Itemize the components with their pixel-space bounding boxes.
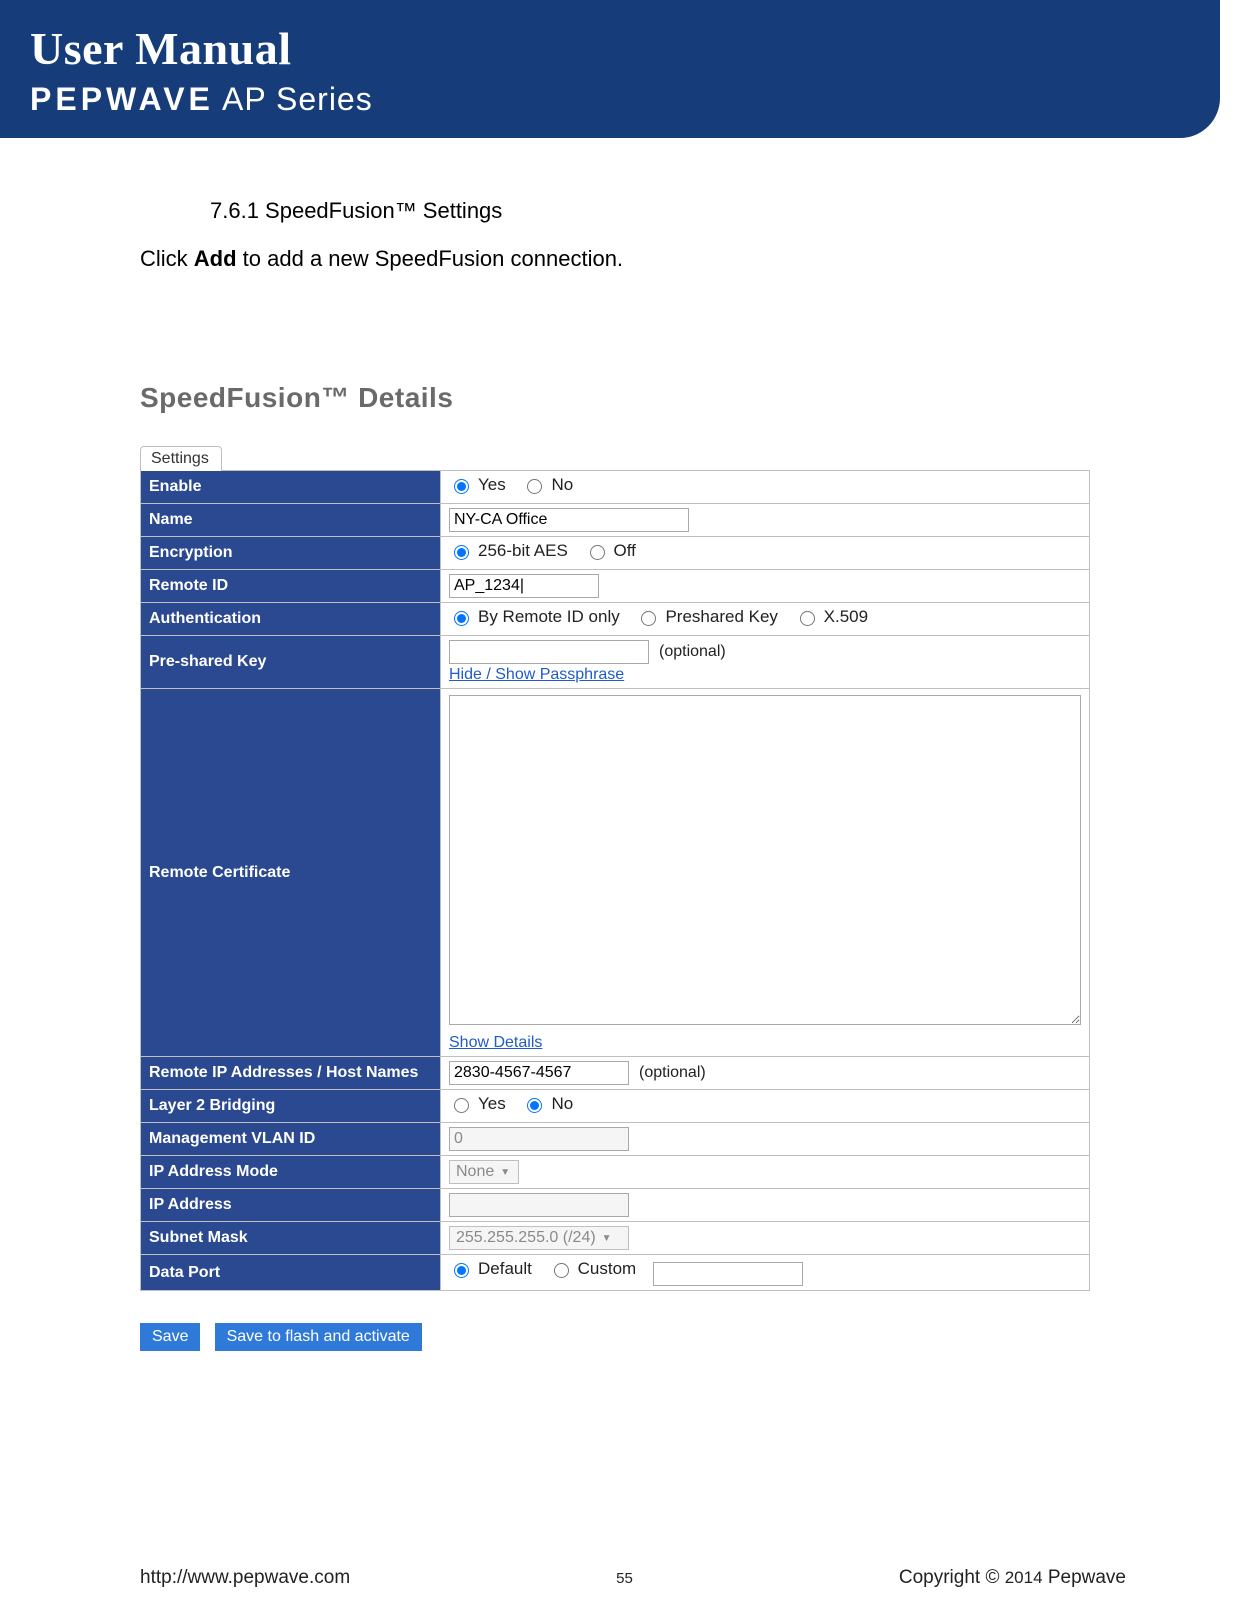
series-name: AP Series xyxy=(214,81,373,117)
instruction-text: Click Add to add a new SpeedFusion conne… xyxy=(140,246,1126,272)
encryption-off-radio[interactable] xyxy=(590,545,605,560)
label-remote-ip: Remote IP Addresses / Host Names xyxy=(141,1057,441,1090)
page-number: 55 xyxy=(616,1570,633,1587)
cell-encryption: 256-bit AES Off xyxy=(441,537,1090,570)
name-input[interactable] xyxy=(449,508,689,532)
label-subnet-mask: Subnet Mask xyxy=(141,1222,441,1255)
document-banner: User Manual PEPWAVE AP Series xyxy=(0,0,1220,138)
encryption-aes-label: 256-bit AES xyxy=(478,541,568,561)
copyright-post: Pepwave xyxy=(1043,1567,1126,1588)
label-ip-mode: IP Address Mode xyxy=(141,1156,441,1189)
label-encryption: Encryption xyxy=(141,537,441,570)
cell-ip-address xyxy=(441,1189,1090,1222)
details-title: SpeedFusion™ Details xyxy=(140,382,1126,414)
label-remote-certificate: Remote Certificate xyxy=(141,689,441,1057)
tab-settings[interactable]: Settings xyxy=(140,446,222,471)
settings-table: Enable Yes No Name Encryption 256-bit AE xyxy=(140,470,1090,1291)
encryption-off-label: Off xyxy=(614,541,636,561)
cell-layer2: Yes No xyxy=(441,1090,1090,1123)
auth-remoteid-label: By Remote ID only xyxy=(478,607,620,627)
enable-yes-label: Yes xyxy=(478,475,506,495)
section-heading: 7.6.1 SpeedFusion™ Settings xyxy=(210,198,1126,224)
certificate-show-details-link[interactable]: Show Details xyxy=(449,1034,542,1052)
cell-enable: Yes No xyxy=(441,471,1090,504)
psk-toggle-link[interactable]: Hide / Show Passphrase xyxy=(449,666,624,683)
copyright-year: 2014 xyxy=(1005,1568,1043,1587)
cell-remote-ip: (optional) xyxy=(441,1057,1090,1090)
chevron-down-icon: ▼ xyxy=(500,1167,510,1178)
ip-mode-select[interactable]: None ▼ xyxy=(449,1160,519,1184)
subnet-mask-value: 255.255.255.0 (/24) xyxy=(456,1229,596,1247)
save-button[interactable]: Save xyxy=(140,1323,200,1351)
psk-input[interactable] xyxy=(449,640,649,664)
save-flash-button[interactable]: Save to flash and activate xyxy=(215,1323,422,1351)
layer2-yes-radio[interactable] xyxy=(454,1098,469,1113)
remote-ip-optional: (optional) xyxy=(639,1064,706,1081)
enable-yes-radio[interactable] xyxy=(454,479,469,494)
brand-name: PEPWAVE xyxy=(30,81,214,117)
enable-no-label: No xyxy=(551,475,573,495)
subnet-mask-select[interactable]: 255.255.255.0 (/24) ▼ xyxy=(449,1226,629,1250)
page-footer: http://www.pepwave.com 55 Copyright © 20… xyxy=(0,1567,1256,1589)
auth-x509-radio[interactable] xyxy=(800,611,815,626)
dataport-custom-radio[interactable] xyxy=(554,1263,569,1278)
remote-id-input[interactable] xyxy=(449,574,599,598)
cell-psk: (optional) Hide / Show Passphrase xyxy=(441,636,1090,689)
cell-remote-id xyxy=(441,570,1090,603)
label-name: Name xyxy=(141,504,441,537)
auth-psk-radio[interactable] xyxy=(641,611,656,626)
layer2-yes-label: Yes xyxy=(478,1094,506,1114)
cell-data-port: Default Custom xyxy=(441,1255,1090,1291)
ip-mode-value: None xyxy=(456,1163,494,1181)
cell-subnet-mask: 255.255.255.0 (/24) ▼ xyxy=(441,1222,1090,1255)
auth-remoteid-radio[interactable] xyxy=(454,611,469,626)
dataport-custom-label: Custom xyxy=(578,1259,637,1279)
label-enable: Enable xyxy=(141,471,441,504)
instruction-pre: Click xyxy=(140,246,194,271)
remote-ip-input[interactable] xyxy=(449,1061,629,1085)
label-ip-address: IP Address xyxy=(141,1189,441,1222)
label-remote-id: Remote ID xyxy=(141,570,441,603)
instruction-bold: Add xyxy=(194,246,237,271)
manual-title: User Manual xyxy=(30,22,1220,75)
enable-no-radio[interactable] xyxy=(527,479,542,494)
label-layer2: Layer 2 Bridging xyxy=(141,1090,441,1123)
label-vlan-id: Management VLAN ID xyxy=(141,1123,441,1156)
footer-url: http://www.pepwave.com xyxy=(140,1567,350,1589)
instruction-post: to add a new SpeedFusion connection. xyxy=(237,246,624,271)
dataport-custom-input[interactable] xyxy=(653,1262,803,1286)
auth-x509-label: X.509 xyxy=(824,607,868,627)
label-psk: Pre-shared Key xyxy=(141,636,441,689)
chevron-down-icon: ▼ xyxy=(602,1233,612,1244)
vlan-id-input[interactable] xyxy=(449,1127,629,1151)
cell-vlan-id xyxy=(441,1123,1090,1156)
remote-certificate-textarea[interactable] xyxy=(449,695,1081,1025)
psk-optional: (optional) xyxy=(659,643,726,660)
cell-name xyxy=(441,504,1090,537)
footer-copyright: Copyright © 2014 Pepwave xyxy=(899,1567,1126,1589)
layer2-no-label: No xyxy=(551,1094,573,1114)
label-data-port: Data Port xyxy=(141,1255,441,1291)
cell-ip-mode: None ▼ xyxy=(441,1156,1090,1189)
label-authentication: Authentication xyxy=(141,603,441,636)
dataport-default-label: Default xyxy=(478,1259,532,1279)
copyright-pre: Copyright © xyxy=(899,1567,1005,1588)
auth-psk-label: Preshared Key xyxy=(665,607,777,627)
cell-authentication: By Remote ID only Preshared Key X.509 xyxy=(441,603,1090,636)
layer2-no-radio[interactable] xyxy=(527,1098,542,1113)
cell-remote-certificate: Show Details xyxy=(441,689,1090,1057)
ip-address-input[interactable] xyxy=(449,1193,629,1217)
manual-subtitle: PEPWAVE AP Series xyxy=(30,81,1220,118)
dataport-default-radio[interactable] xyxy=(454,1263,469,1278)
encryption-aes-radio[interactable] xyxy=(454,545,469,560)
